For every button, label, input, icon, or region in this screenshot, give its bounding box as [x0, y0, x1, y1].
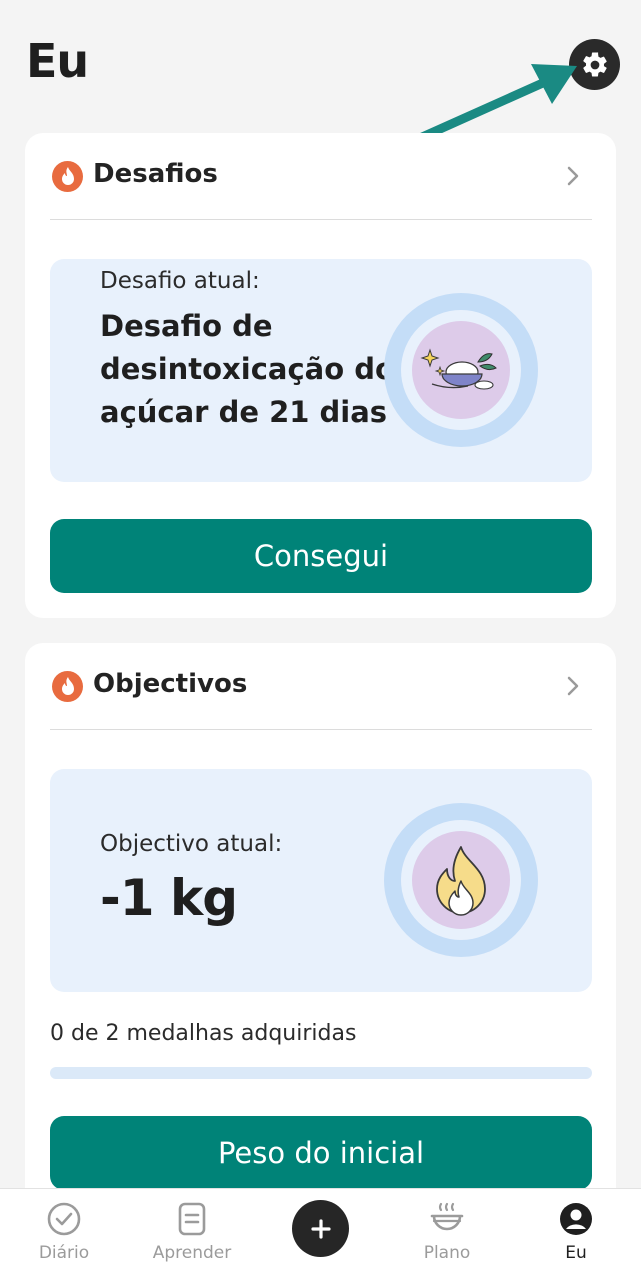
- medals-progress-label: 0 de 2 medalhas adquiridas: [50, 1021, 357, 1046]
- current-challenge-name: Desafio de desintoxicação do açúcar de 2…: [100, 309, 395, 429]
- nav-label-learn: Aprender: [152, 1243, 232, 1263]
- nav-item-learn[interactable]: Aprender: [137, 1189, 247, 1281]
- document-icon: [178, 1202, 206, 1236]
- nav-item-diary[interactable]: Diário: [9, 1189, 119, 1281]
- steaming-bowl-icon: [430, 1202, 464, 1231]
- bottom-nav: Diário Aprender Plano Eu: [0, 1188, 641, 1281]
- flame-icon: [436, 846, 486, 916]
- nav-item-me[interactable]: Eu: [521, 1189, 631, 1281]
- goals-header[interactable]: Objectivos: [25, 643, 616, 731]
- nav-label-plan: Plano: [423, 1243, 471, 1263]
- bowl-spoon-icon: [420, 348, 497, 390]
- current-goal-value: -1 kg: [100, 869, 238, 927]
- current-challenge-label: Desafio atual:: [100, 268, 260, 294]
- nav-label-diary: Diário: [38, 1243, 90, 1263]
- page-title: Eu: [26, 34, 89, 88]
- completed-button[interactable]: Consegui: [50, 519, 592, 593]
- gear-icon: [582, 51, 607, 76]
- flame-icon: [61, 676, 74, 695]
- add-button[interactable]: [292, 1200, 349, 1257]
- goal-illustration: [384, 803, 538, 957]
- chevron-right-icon: [567, 676, 579, 696]
- current-goal-label: Objectivo atual:: [100, 831, 283, 857]
- goals-card: Objectivos Objectivo atual: -1 kg 0 de 2…: [25, 643, 616, 1213]
- challenges-divider: [50, 219, 592, 220]
- medals-progress-bar: [50, 1067, 592, 1079]
- nav-label-me: Eu: [565, 1243, 587, 1263]
- goals-divider: [50, 729, 592, 730]
- check-circle-icon: [47, 1202, 81, 1236]
- initial-weight-button[interactable]: Peso do inicial: [50, 1116, 592, 1190]
- goals-title: Objectivos: [93, 669, 248, 699]
- challenges-card: Desafios Desafio atual: Desafio de desin…: [25, 133, 616, 618]
- chevron-right-icon: [567, 166, 579, 186]
- profile-icon: [560, 1203, 592, 1235]
- plus-icon: [310, 1218, 331, 1239]
- challenges-flame-badge: [52, 161, 83, 192]
- nav-item-plan[interactable]: Plano: [392, 1189, 502, 1281]
- settings-button[interactable]: [569, 39, 620, 90]
- challenge-illustration: [384, 293, 538, 447]
- challenges-title: Desafios: [93, 159, 218, 189]
- goals-flame-badge: [52, 671, 83, 702]
- current-challenge-panel: Desafio atual: Desafio de desintoxicação…: [50, 259, 592, 482]
- flame-icon: [61, 166, 74, 185]
- challenges-header[interactable]: Desafios: [25, 133, 616, 221]
- current-goal-panel: Objectivo atual: -1 kg: [50, 769, 592, 992]
